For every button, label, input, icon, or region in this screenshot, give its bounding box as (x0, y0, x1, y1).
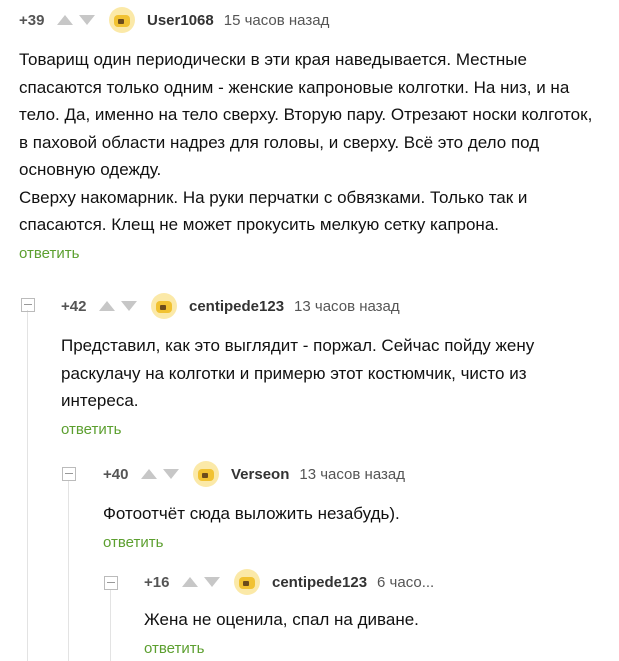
comment: +16 centipede123 6 часо... Жена не оцени… (144, 568, 609, 657)
avatar[interactable] (234, 569, 260, 595)
reply-link[interactable]: ответить (19, 245, 604, 262)
comment-meta: +40 Verseon 13 часов назад (103, 460, 603, 488)
upvote-icon[interactable] (182, 577, 198, 587)
timestamp[interactable]: 13 часов назад (294, 298, 400, 315)
thread-line (27, 310, 28, 661)
upvote-icon[interactable] (99, 301, 115, 311)
downvote-icon[interactable] (204, 577, 220, 587)
thread-line (68, 480, 69, 661)
avatar[interactable] (193, 461, 219, 487)
timestamp[interactable]: 13 часов назад (299, 466, 405, 483)
timestamp[interactable]: 6 часо... (377, 574, 434, 591)
username[interactable]: Verseon (231, 466, 289, 483)
comment: +42 centipede123 13 часов назад Представ… (61, 292, 606, 438)
downvote-icon[interactable] (79, 15, 95, 25)
comment-text: Товарищ один периодически в эти края нав… (19, 50, 593, 234)
collapse-icon[interactable] (21, 298, 35, 312)
downvote-icon[interactable] (121, 301, 137, 311)
comment: +39 User1068 15 часов назад Товарищ один… (19, 6, 604, 262)
rating: +40 (103, 465, 129, 483)
username[interactable]: centipede123 (189, 298, 284, 315)
username[interactable]: User1068 (147, 12, 214, 29)
avatar[interactable] (109, 7, 135, 33)
username[interactable]: centipede123 (272, 574, 367, 591)
collapse-icon[interactable] (62, 467, 76, 481)
rating: +16 (144, 573, 170, 591)
comment-text: Представил, как это выглядит - поржал. С… (61, 336, 535, 410)
upvote-icon[interactable] (141, 469, 157, 479)
comment: +40 Verseon 13 часов назад Фотоотчёт сюд… (103, 460, 603, 551)
comment-text: Жена не оценила, спал на диване. (144, 610, 419, 629)
avatar[interactable] (151, 293, 177, 319)
downvote-icon[interactable] (163, 469, 179, 479)
comment-meta: +42 centipede123 13 часов назад (61, 292, 606, 320)
rating: +39 (19, 11, 45, 29)
timestamp[interactable]: 15 часов назад (224, 12, 330, 29)
comment-meta: +39 User1068 15 часов назад (19, 6, 604, 34)
rating: +42 (61, 297, 87, 315)
collapse-icon[interactable] (104, 576, 118, 590)
reply-link[interactable]: ответить (144, 640, 609, 657)
comment-text: Фотоотчёт сюда выложить незабудь). (103, 504, 400, 523)
upvote-icon[interactable] (57, 15, 73, 25)
comment-meta: +16 centipede123 6 часо... (144, 568, 609, 596)
reply-link[interactable]: ответить (103, 534, 603, 551)
reply-link[interactable]: ответить (61, 421, 606, 438)
thread-line (110, 590, 111, 661)
